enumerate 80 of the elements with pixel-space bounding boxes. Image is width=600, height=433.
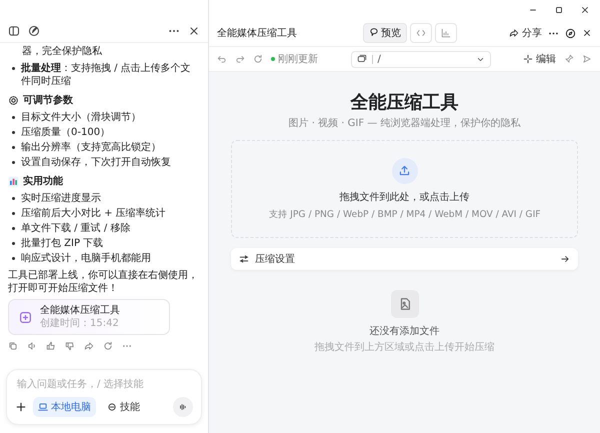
close-icon[interactable]: [582, 28, 592, 38]
list-item: 目标文件大小（滑块调节）: [21, 111, 141, 124]
skills-chip[interactable]: 技能: [102, 397, 145, 417]
artifact-title: 全能媒体压缩工具: [40, 304, 120, 317]
empty-title: 还没有添加文件: [370, 324, 440, 338]
supported-formats: 支持 JPG / PNG / WebP / BMP / MP4 / WebM / MOV / AVI / GIF: [268, 208, 540, 220]
bullet-icon: [12, 116, 15, 119]
edit-button[interactable]: 编辑: [523, 52, 556, 66]
status-text: 刚刚更新: [278, 52, 318, 66]
page-subtitle: 图片 · 视频 · GIF — 纯浏览器端处理，保护你的隐私: [288, 116, 520, 130]
compass-icon[interactable]: [565, 28, 576, 38]
voice-button[interactable]: [173, 397, 193, 417]
maximize-icon[interactable]: [554, 5, 564, 15]
code-tab[interactable]: [410, 23, 432, 43]
path-field[interactable]: /: [350, 50, 490, 68]
plus-icon[interactable]: [15, 401, 27, 413]
close-icon[interactable]: [580, 5, 590, 15]
refresh-icon[interactable]: [253, 54, 263, 64]
upload-dropzone[interactable]: 拖拽文件到此处，或点击上传 支持 JPG / PNG / WebP / BMP / MP4 / WebM / MOV / AVI / GIF: [231, 140, 578, 238]
share-icon: [509, 28, 519, 38]
list-item: 压缩质量（0-100）: [21, 126, 110, 139]
sidebar-toggle-icon[interactable]: [8, 25, 20, 37]
list-item: 实时压缩进度显示: [21, 192, 101, 205]
bullet-icon: [12, 227, 15, 230]
speaker-icon[interactable]: [27, 341, 37, 351]
bullet-icon: [12, 197, 15, 200]
thumbs-up-icon[interactable]: [46, 341, 56, 351]
bullet-icon: [12, 161, 15, 164]
regenerate-icon[interactable]: [103, 341, 113, 351]
page-title: 全能压缩工具: [350, 91, 458, 114]
undo-icon[interactable]: [217, 54, 227, 64]
list-item: 压缩前后大小对比 + 压缩率统计: [21, 207, 166, 220]
share-button[interactable]: 分享: [509, 26, 542, 40]
empty-hint: 拖拽文件到上方区域或点击上传开始压缩: [314, 340, 494, 354]
pin-icon[interactable]: [564, 54, 574, 64]
list-item: 批量打包 ZIP 下载: [21, 237, 104, 250]
send-icon[interactable]: [582, 54, 592, 64]
artifact-time: 创建时间：15:42: [40, 317, 120, 330]
status-dot: [271, 57, 275, 61]
preview-tab[interactable]: 预览: [363, 23, 407, 43]
skills-icon: [107, 402, 117, 412]
thumbs-down-icon[interactable]: [65, 341, 75, 351]
bullet-icon: [12, 131, 15, 134]
share-icon[interactable]: [84, 341, 94, 351]
bullet-icon: [12, 242, 15, 245]
bullet-icon: [12, 67, 15, 70]
list-item: 设置自动保存，下次打开自动恢复: [21, 156, 171, 169]
settings-row[interactable]: 压缩设置: [231, 248, 578, 270]
page-icon: [356, 54, 366, 64]
bullet-icon: [12, 212, 15, 215]
redo-icon[interactable]: [235, 54, 245, 64]
list-item: 批量处理：支持拖拽 / 点击上传多个文件同时压缩: [21, 62, 192, 88]
chart-icon: [441, 28, 451, 38]
close-icon[interactable]: [188, 25, 200, 37]
arrow-right-icon: [560, 254, 570, 264]
waveform-icon: [178, 402, 188, 412]
chat-input[interactable]: 输入问题或任务，/ 选择技能 本地电脑 技能: [6, 369, 202, 425]
app-title: 全能媒体压缩工具: [217, 26, 297, 40]
bullet-icon: [12, 146, 15, 149]
list-item: 单文件下载 / 重试 / 移除: [21, 222, 130, 235]
laptop-icon: [38, 402, 48, 412]
bar-chart-icon: [8, 176, 19, 187]
section-heading: 实用功能: [23, 175, 63, 188]
message-text: 工具已部署上线，你可以直接在右侧使用，打开即可开始压缩文件！: [8, 269, 199, 295]
dropzone-text: 拖拽文件到此处，或点击上传: [340, 190, 470, 204]
chart-tab[interactable]: [435, 23, 457, 43]
artifact-card[interactable]: 全能媒体压缩工具 创建时间：15:42: [8, 299, 170, 335]
app-icon: [19, 310, 32, 324]
bullet-icon: [12, 257, 15, 260]
local-computer-chip[interactable]: 本地电脑: [33, 397, 96, 417]
copy-icon[interactable]: [8, 341, 18, 351]
list-item: 输出分辨率（支持宽高比锁定）: [21, 141, 161, 154]
sparkle-icon: [523, 54, 533, 64]
upload-icon: [398, 164, 411, 177]
message-text: 器，完全保护隐私: [21, 45, 103, 58]
code-icon: [416, 28, 426, 38]
new-chat-icon[interactable]: [28, 25, 40, 37]
sliders-icon: [239, 254, 249, 264]
section-heading: 可调节参数: [23, 94, 73, 107]
list-item: 响应式设计，电脑手机都能用: [21, 252, 151, 265]
